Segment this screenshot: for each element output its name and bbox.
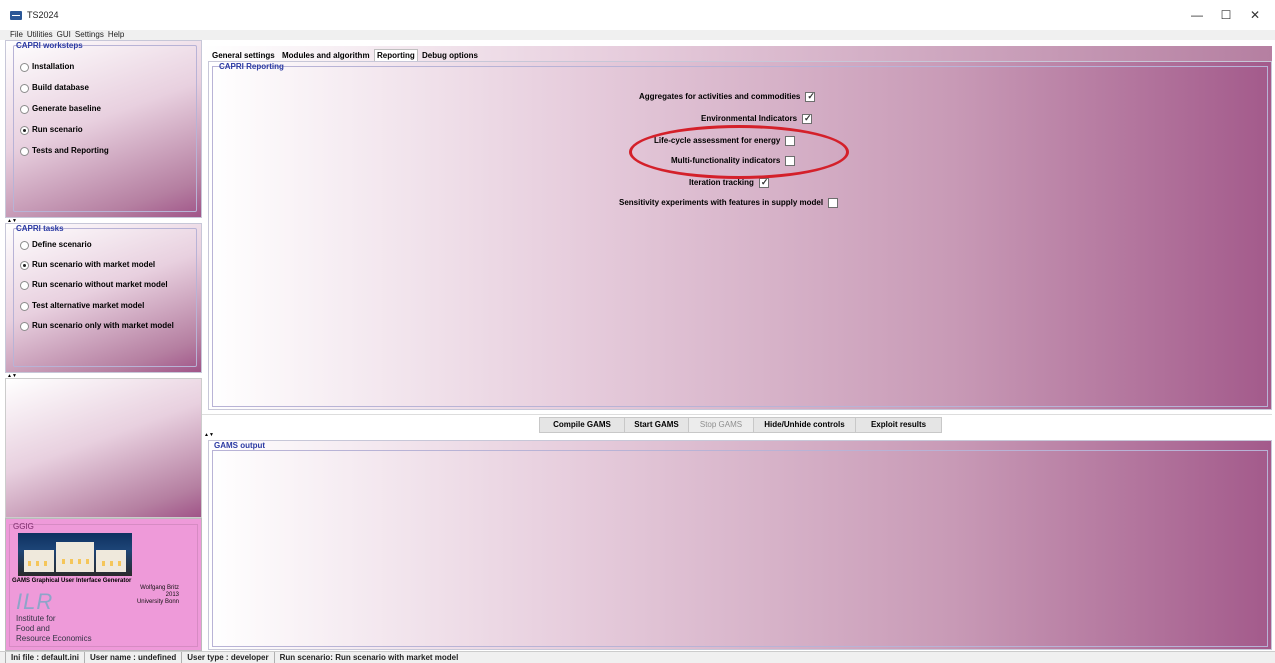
reporting-title: CAPRI Reporting [219,62,284,71]
logo-year: 2013 [165,592,179,598]
splitter-arrows-icon[interactable]: ▲▼ [204,433,214,438]
task-label: Run scenario with market model [32,260,156,269]
logo-caption: GAMS Graphical User Interface Generator [12,578,132,584]
checkbox-checked-icon[interactable] [802,113,813,124]
institute-line: Resource Economics [16,634,92,643]
tab-debug-options[interactable]: Debug options [420,50,480,61]
menu-gui[interactable]: GUI [55,30,73,40]
highlight-ellipse [629,125,849,179]
button-bar: Compile GAMS Start GAMS Stop GAMS Hide/U… [202,414,1272,433]
checkbox-icon[interactable] [828,197,839,208]
status-bar: Ini file : default.ini User name : undef… [0,651,1275,663]
menu-bar: File Utilities GUI Settings Help [0,30,1275,40]
workstep-label: Installation [32,62,75,71]
menu-help[interactable]: Help [106,30,126,40]
option-label: Environmental Indicators [701,114,798,123]
checkbox-checked-icon[interactable] [758,177,769,188]
reporting-panel: CAPRI Reporting Aggregates for activitie… [208,61,1272,410]
workstep-build-database[interactable]: Build database [20,82,89,94]
app-icon [10,11,22,20]
institute-line: Food and [16,624,50,633]
option-label: Aggregates for activities and commoditie… [639,92,801,101]
workstep-tests-reporting[interactable]: Tests and Reporting [20,145,109,157]
task-run-with-market[interactable]: Run scenario with market model [20,259,155,271]
ilr-logo: ILR [16,589,54,614]
exploit-results-button[interactable]: Exploit results [855,417,942,433]
radio-icon [20,83,29,93]
hide-unhide-controls-button[interactable]: Hide/Unhide controls [753,417,856,433]
logo-author: Wolfgang Britz [140,585,179,591]
checkbox-checked-icon[interactable] [805,91,816,102]
logo-title: GGIG [13,522,34,531]
status-task: Run scenario: Run scenario with market m… [279,653,459,662]
radio-icon [20,104,29,114]
radio-selected-icon [20,260,29,270]
option-sensitivity[interactable]: Sensitivity experiments with features in… [619,197,839,208]
workstep-generate-baseline[interactable]: Generate baseline [20,103,101,115]
institute-name: Institute for Food and Resource Economic… [16,614,92,644]
tab-general-settings[interactable]: General settings [210,50,277,61]
task-test-alternative[interactable]: Test alternative market model [20,300,144,312]
workstep-label: Run scenario [32,125,83,134]
option-environmental[interactable]: Environmental Indicators [701,113,813,124]
tasks-title: CAPRI tasks [16,224,64,233]
window-title: TS2024 [27,10,59,20]
status-user-type: User type : developer [182,652,275,663]
workstep-label: Build database [32,83,89,92]
task-define-scenario[interactable]: Define scenario [20,239,92,251]
radio-icon [20,146,29,156]
task-run-only-market[interactable]: Run scenario only with market model [20,320,174,332]
workstep-label: Generate baseline [32,104,101,113]
maximize-button[interactable]: ☐ [1212,6,1240,24]
radio-icon [20,280,29,290]
logo-credits: Wolfgang Britz 2013 University Bonn [101,585,179,606]
menu-settings[interactable]: Settings [73,30,106,40]
option-aggregates[interactable]: Aggregates for activities and commoditie… [639,91,816,102]
radio-icon [20,240,29,250]
tab-strip: General settings Modules and algorithm R… [202,46,1272,61]
status-ini-file: Ini file : default.ini [5,652,85,663]
start-gams-button[interactable]: Start GAMS [624,417,689,433]
radio-icon [20,301,29,311]
logo-university: University Bonn [136,599,179,605]
task-run-without-market[interactable]: Run scenario without market model [20,279,168,291]
main-area: General settings Modules and algorithm R… [202,40,1275,651]
status-user-name: User name : undefined [85,652,183,663]
tasks-panel: CAPRI tasks Define scenario Run scenario… [5,223,202,373]
task-label: Run scenario without market model [32,280,168,289]
tab-reporting[interactable]: Reporting [374,49,418,61]
task-label: Test alternative market model [32,301,145,310]
left-column: CAPRI worksteps Installation Build datab… [5,40,202,651]
close-button[interactable]: ✕ [1241,6,1269,24]
worksteps-panel: CAPRI worksteps Installation Build datab… [5,40,202,218]
gams-output-title: GAMS output [214,441,266,450]
radio-icon [20,62,29,72]
menu-utilities[interactable]: Utilities [25,30,55,40]
empty-panel [5,378,202,518]
task-label: Define scenario [32,240,92,249]
tab-modules-algorithm[interactable]: Modules and algorithm [280,50,372,61]
workstep-run-scenario[interactable]: Run scenario [20,124,83,136]
radio-icon [20,321,29,331]
palace-image [18,533,132,576]
ggig-logo-panel: GGIG GAMS Graphical User Interface Gener… [5,518,202,651]
compile-gams-button[interactable]: Compile GAMS [539,417,625,433]
option-label: Sensitivity experiments with features in… [619,198,824,207]
workstep-label: Tests and Reporting [32,146,109,155]
minimize-button[interactable]: — [1183,6,1211,24]
task-label: Run scenario only with market model [32,321,174,330]
menu-file[interactable]: File [0,30,25,40]
stop-gams-button[interactable]: Stop GAMS [688,417,754,433]
gams-output-area[interactable] [212,450,1268,647]
title-bar: TS2024 — ☐ ✕ [0,0,1275,30]
institute-line: Institute for [16,614,56,623]
radio-selected-icon [20,125,29,135]
gams-output-panel: GAMS output [208,440,1272,650]
worksteps-title: CAPRI worksteps [16,41,83,50]
workstep-installation[interactable]: Installation [20,61,74,73]
